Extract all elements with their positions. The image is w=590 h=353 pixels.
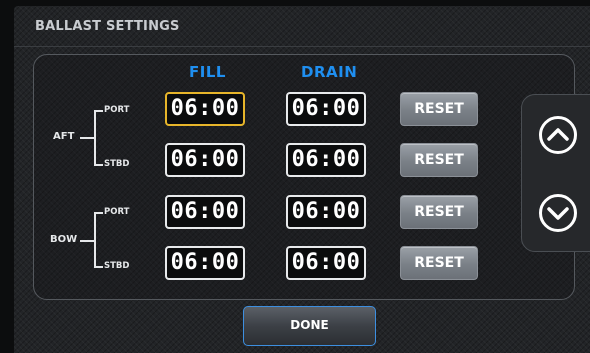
bow-bracket-top [94, 212, 103, 214]
bow-stbd-label: STBD [104, 261, 130, 271]
aft-bracket-stem [80, 137, 94, 139]
header-divider [14, 46, 590, 47]
group-label-aft: AFT [53, 131, 75, 142]
aft-stbd-fill-field[interactable]: 06:00 [165, 143, 245, 177]
aft-bracket-bottom [94, 164, 103, 166]
fill-column-header: FILL [189, 63, 226, 81]
aft-bracket-top [94, 110, 103, 112]
bow-port-drain-field[interactable]: 06:00 [286, 195, 366, 229]
group-label-bow: BOW [50, 234, 78, 245]
chevron-up-circle-icon [539, 116, 577, 154]
bow-bracket-spine [94, 212, 96, 268]
ballast-settings-screen: BALLAST SETTINGS FILL DRAIN AFT PORT STB… [14, 6, 590, 353]
aft-port-reset-button[interactable]: RESET [400, 92, 478, 126]
done-button[interactable]: DONE [243, 306, 376, 346]
bow-bracket-stem [80, 240, 94, 242]
aft-port-label: PORT [104, 105, 130, 115]
aft-stbd-label: STBD [104, 159, 130, 169]
bow-port-reset-button[interactable]: RESET [400, 195, 478, 229]
bow-bracket-bottom [94, 266, 103, 268]
page-title: BALLAST SETTINGS [35, 19, 180, 34]
drain-column-header: DRAIN [301, 63, 358, 81]
scroll-up-button[interactable] [538, 115, 578, 155]
aft-stbd-drain-field[interactable]: 06:00 [286, 143, 366, 177]
scroll-panel [521, 94, 590, 252]
bow-stbd-drain-field[interactable]: 06:00 [286, 246, 366, 280]
aft-stbd-reset-button[interactable]: RESET [400, 143, 478, 177]
bow-port-label: PORT [104, 207, 130, 217]
aft-bracket-spine [94, 110, 96, 166]
aft-port-drain-field[interactable]: 06:00 [286, 92, 366, 126]
scroll-down-button[interactable] [538, 193, 578, 233]
aft-port-fill-field[interactable]: 06:00 [165, 92, 245, 126]
bow-stbd-fill-field[interactable]: 06:00 [165, 246, 245, 280]
bow-port-fill-field[interactable]: 06:00 [165, 195, 245, 229]
chevron-down-circle-icon [539, 194, 577, 232]
bow-stbd-reset-button[interactable]: RESET [400, 246, 478, 280]
